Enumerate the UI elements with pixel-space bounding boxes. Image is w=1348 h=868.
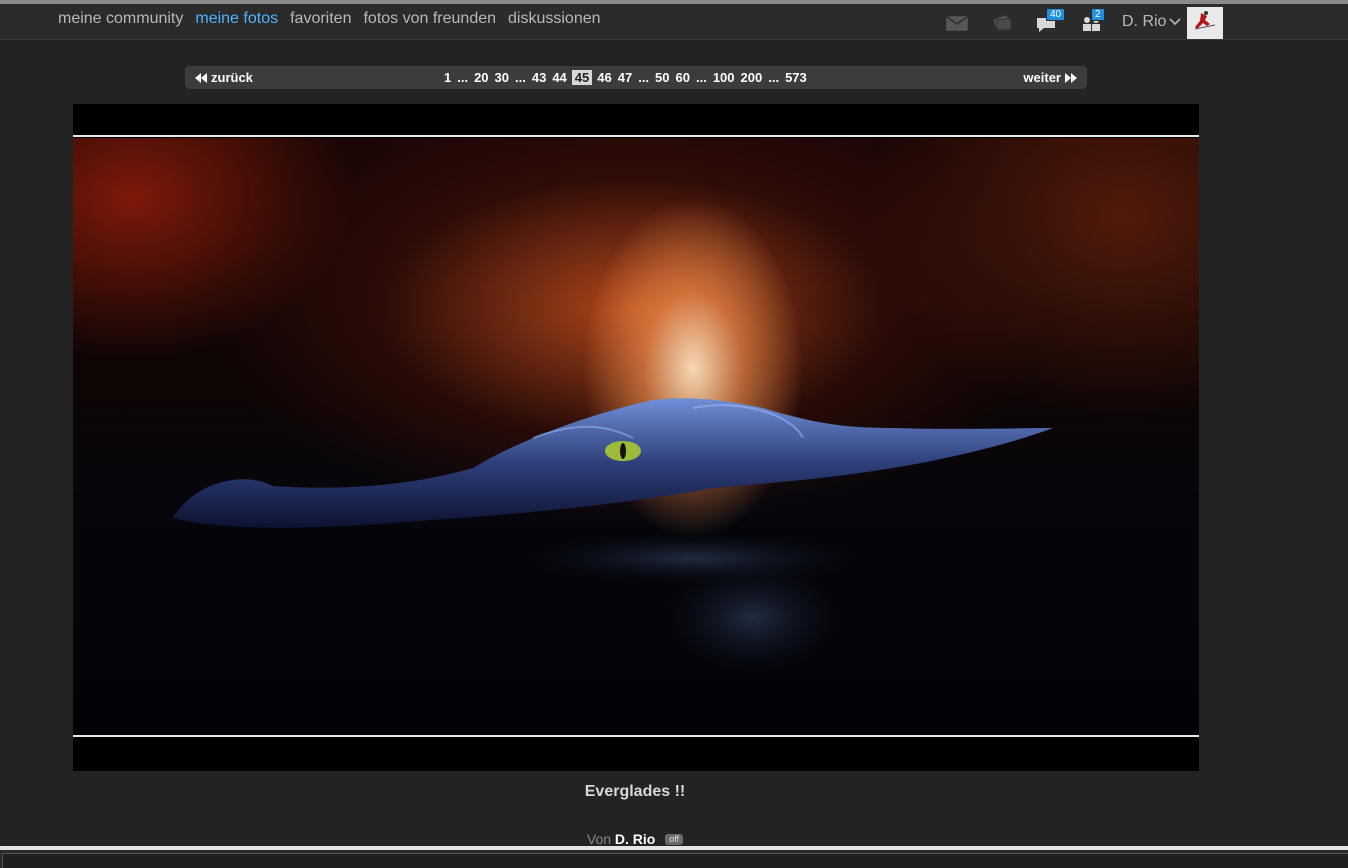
chevron-down-icon	[1169, 18, 1182, 26]
page-ellipsis: ...	[457, 70, 469, 85]
horizontal-scrollbar[interactable]	[0, 846, 1348, 868]
next-label: weiter	[1023, 70, 1061, 85]
avatar[interactable]	[1187, 7, 1224, 39]
frame-line-top	[73, 135, 1199, 137]
current-page: 45	[571, 70, 593, 85]
nav-meine-community[interactable]: meine community	[58, 10, 183, 28]
page-ellipsis: ...	[695, 70, 707, 85]
page-link-47[interactable]: 47	[615, 70, 635, 85]
page-link-573[interactable]: 573	[782, 70, 810, 85]
nav-favoriten[interactable]: favoriten	[290, 10, 351, 28]
nav-fotos-von-freunden[interactable]: fotos von freunden	[363, 10, 496, 28]
top-navigation-bar: meine community meine fotos favoriten fo…	[0, 0, 1348, 40]
page-ellipsis: ...	[638, 70, 650, 85]
page-numbers: 1... 20 30... 43 44 45 46 47... 50 60... 100 200...…	[441, 70, 810, 85]
nav-diskussionen[interactable]: diskussionen	[508, 10, 601, 28]
byline-prefix: Von	[586, 831, 612, 847]
double-left-arrow-icon	[195, 72, 207, 83]
scrollbar-thumb[interactable]	[2, 853, 1348, 868]
page-link-30[interactable]: 30	[492, 70, 512, 85]
author-link[interactable]: D. Rio	[615, 831, 655, 847]
user-name: D. Rio	[1122, 13, 1167, 30]
page-link-44[interactable]: 44	[549, 70, 569, 85]
comments-button[interactable]: 40	[1034, 8, 1066, 33]
nav-meine-fotos[interactable]: meine fotos	[195, 10, 278, 28]
photo-pager: zurück 1... 20 30... 43 44 45 46 47... 50 60... 10…	[185, 66, 1087, 89]
photo-byline: Von D. Rio off	[0, 831, 1270, 847]
friends-button[interactable]: 2	[1079, 8, 1105, 33]
photo-title: Everglades !!	[584, 783, 686, 800]
messages-button[interactable]	[944, 11, 970, 33]
page-link-1[interactable]: 1	[441, 70, 454, 85]
crocodile-image	[173, 398, 1053, 688]
page-ellipsis: ...	[515, 70, 526, 85]
page-link-20[interactable]: 20	[471, 70, 491, 85]
envelope-icon	[946, 16, 968, 31]
frame-line-bottom	[73, 735, 1199, 737]
online-status-badge: off	[665, 834, 684, 845]
page-link-46[interactable]: 46	[594, 70, 614, 85]
page-link-60[interactable]: 60	[673, 70, 693, 85]
page-link-50[interactable]: 50	[652, 70, 672, 85]
main-photo[interactable]	[73, 138, 1199, 734]
page-link-200[interactable]: 200	[738, 70, 766, 85]
friends-count-badge: 2	[1091, 8, 1105, 21]
user-menu[interactable]: D. Rio	[1122, 13, 1182, 31]
page-link-43[interactable]: 43	[529, 70, 549, 85]
cards-button[interactable]	[989, 11, 1015, 33]
double-right-arrow-icon	[1065, 72, 1077, 83]
comments-count-badge: 40	[1046, 8, 1066, 21]
page-ellipsis: ...	[768, 70, 780, 85]
prev-label: zurück	[211, 70, 253, 85]
user-toolbar: 40 2 D. Rio	[944, 4, 1224, 40]
page-link-100[interactable]: 100	[710, 70, 738, 85]
main-nav: meine community meine fotos favoriten fo…	[58, 10, 601, 28]
next-button[interactable]: weiter	[1023, 70, 1077, 85]
prev-button[interactable]: zurück	[195, 70, 253, 85]
avatar-image	[1187, 7, 1224, 39]
cards-icon	[993, 15, 1013, 32]
